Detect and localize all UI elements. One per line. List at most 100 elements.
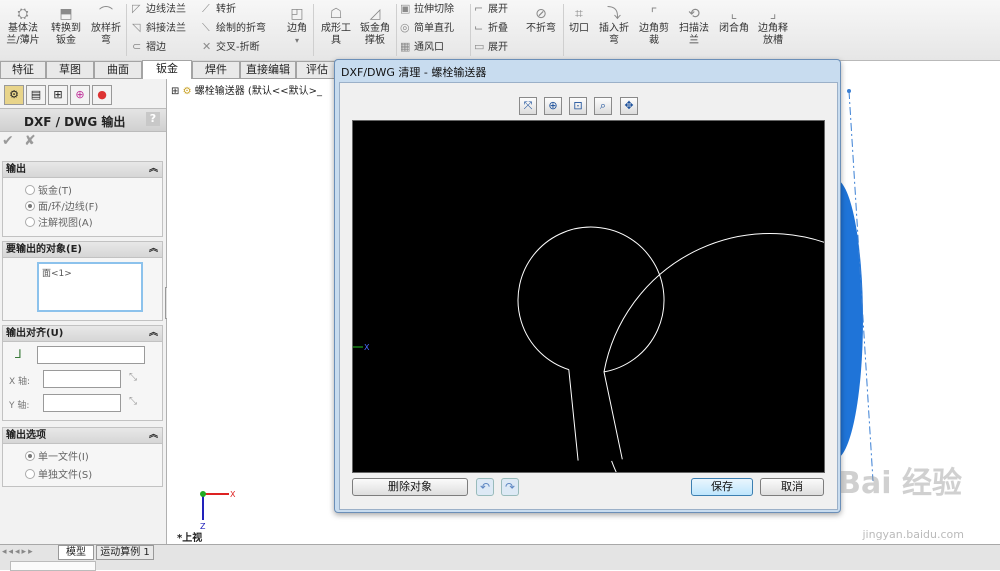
rip-icon: ⌗ <box>575 6 583 22</box>
manager-tabs: ⚙ ▤ ⊞ ⊕ ● <box>0 83 166 105</box>
zoom-fit-icon[interactable]: ⤧ <box>519 97 537 115</box>
swept-flange-button[interactable]: ⟲ 扫描法 兰 <box>676 4 712 47</box>
gusset-button[interactable]: ◿ 钣金角 撑板 <box>356 4 394 47</box>
display-manager-icon[interactable]: ● <box>92 85 112 105</box>
undo-icon[interactable]: ↶ <box>476 478 494 496</box>
collapse-chevron-icon[interactable]: ︽ <box>149 428 158 443</box>
corner-trim-button[interactable]: ⌜ 边角剪 裁 <box>636 4 672 47</box>
unfold-icon: ⌐ <box>474 2 484 15</box>
lofted-bend-icon: ⌒ <box>99 6 113 22</box>
hem-icon: ⊂ <box>132 40 142 53</box>
radio-sheet-metal[interactable]: 钣金(T) <box>25 182 72 197</box>
reverse-direction-icon[interactable]: ⤡ <box>129 396 137 407</box>
collapse-chevron-icon[interactable]: ︽ <box>149 326 158 341</box>
tab-evaluate[interactable]: 评估 <box>296 61 338 78</box>
radio-annotation-view[interactable]: 注解视图(A) <box>25 214 93 229</box>
tab-features[interactable]: 特征 <box>0 61 46 78</box>
closed-corner-icon: ⌞ <box>730 6 738 22</box>
output-options-group-header[interactable]: 输出选项 ︽ <box>3 428 162 444</box>
axis-x-label: X <box>230 490 236 499</box>
feature-manager-icon[interactable]: ⚙ <box>4 85 24 105</box>
preview-canvas[interactable]: X <box>352 120 940 571</box>
sketched-bend-button[interactable]: ⟍ 绘制的折弯 <box>202 20 266 36</box>
closed-corner-button[interactable]: ⌞ 闭合角 <box>716 4 752 35</box>
tab-direct-editing[interactable]: 直接编辑 <box>240 61 296 78</box>
cross-break-button[interactable]: ✕ 交叉-折断 <box>202 39 260 55</box>
base-flange-button[interactable]: ⛭ 基体法 兰/薄片 <box>4 4 42 47</box>
miter-flange-button[interactable]: ◹ 斜接法兰 <box>132 20 186 36</box>
simple-hole-button[interactable]: ◎ 简单直孔 <box>400 20 454 36</box>
chevron-down-icon[interactable]: ▾ <box>284 35 310 47</box>
entities-selection-list[interactable]: 面<1> <box>37 262 143 312</box>
radio-circle-icon <box>25 185 35 195</box>
x-axis-field[interactable] <box>43 370 121 388</box>
tab-sheet-metal[interactable]: 钣金 <box>142 60 192 79</box>
help-icon[interactable]: ? <box>146 112 160 126</box>
insert-bends-button[interactable]: ⤵ 插入折 弯 <box>596 4 632 47</box>
configuration-manager-icon[interactable]: ⊞ <box>48 85 68 105</box>
y-axis-field[interactable] <box>43 394 121 412</box>
tab-motion-study[interactable]: 运动算例 1 <box>96 545 154 560</box>
output-group-header[interactable]: 输出 ︽ <box>3 162 162 178</box>
flatten-button[interactable]: ▭ 展开 <box>474 39 508 55</box>
cancel-button[interactable]: 取消 <box>760 478 824 496</box>
output-options-group: 输出选项 ︽ 单一文件(I) 单独文件(S) <box>2 427 163 487</box>
y-axis-label: Y 轴: <box>9 401 30 411</box>
unfold-button[interactable]: ⌐ 展开 <box>474 1 508 17</box>
edge-flange-button[interactable]: ◸ 边线法兰 <box>132 1 186 17</box>
save-button[interactable]: 保存 <box>691 478 753 496</box>
origin-axis-label: X <box>364 343 370 352</box>
hem-button[interactable]: ⊂ 褶边 <box>132 39 166 55</box>
feature-tree-root[interactable]: ⊞ ⚙ 螺栓输送器 (默认<<默认>_ <box>171 82 322 97</box>
ribbon-divider <box>563 4 564 56</box>
cross-break-icon: ✕ <box>202 40 212 53</box>
extruded-cut-button[interactable]: ▣ 拉伸切除 <box>400 1 454 17</box>
dimxpert-icon[interactable]: ⊕ <box>70 85 90 105</box>
corner-relief-icon: ⌟ <box>769 6 777 22</box>
convert-sheetmetal-button[interactable]: ⬒ 转换到 钣金 <box>48 4 84 47</box>
forming-tool-button[interactable]: ☖ 成形工 具 <box>318 4 354 47</box>
radio-separate-files[interactable]: 单独文件(S) <box>25 466 92 481</box>
entities-group-header[interactable]: 要输出的对象(E) ︽ <box>3 242 162 258</box>
corner-relief-button[interactable]: ⌟ 边角释 放槽 <box>754 4 792 47</box>
dxf-cleanup-dialog: DXF/DWG 清理 - 螺栓输送器 ⤧ ⊕ ⊡ ⌕ ✥ X 删除对象 ↶ ↷ … <box>334 59 940 571</box>
expand-icon[interactable]: ⊞ <box>171 86 179 97</box>
reverse-direction-icon[interactable]: ⤡ <box>129 372 137 383</box>
corners-button[interactable]: ◰ 边角 ▾ <box>284 4 310 47</box>
ribbon-toolbar: ⛭ 基体法 兰/薄片 ⬒ 转换到 钣金 ⌒ 放样折 弯 ◸ 边线法兰 ◹ 斜接法兰 … <box>0 0 1000 61</box>
collapse-chevron-icon[interactable]: ︽ <box>149 162 158 177</box>
no-bends-button[interactable]: ⊘ 不折弯 <box>522 4 560 35</box>
radio-faces-loops-edges[interactable]: 面/环/边线(F) <box>25 198 98 213</box>
property-manager-icon[interactable]: ▤ <box>26 85 46 105</box>
collapse-chevron-icon[interactable]: ︽ <box>149 242 158 257</box>
tab-model[interactable]: 模型 <box>58 545 94 560</box>
outline-shape[interactable] <box>517 226 940 571</box>
vent-button[interactable]: ▦ 通风口 <box>400 39 444 55</box>
list-item[interactable]: 面<1> <box>42 266 72 279</box>
tab-sketch[interactable]: 草图 <box>46 61 94 78</box>
radio-selected-icon <box>25 451 35 461</box>
zoom-area-icon[interactable]: ⊡ <box>569 97 587 115</box>
lofted-bend-button[interactable]: ⌒ 放样折 弯 <box>88 4 124 47</box>
tab-surfaces[interactable]: 曲面 <box>94 61 142 78</box>
radio-single-file[interactable]: 单一文件(I) <box>25 448 89 463</box>
zoom-window-icon[interactable]: ⌕ <box>594 97 612 115</box>
pan-icon[interactable]: ✥ <box>620 97 638 115</box>
baidu-watermark-url: jingyan.baidu.com <box>862 528 964 541</box>
rip-button[interactable]: ⌗ 切口 <box>566 4 592 35</box>
delete-entities-button[interactable]: 删除对象 <box>352 478 468 496</box>
radio-circle-icon <box>25 217 35 227</box>
ok-check-icon[interactable]: ✔ <box>2 133 14 149</box>
tab-scroll-arrows-icon[interactable]: ◂◂◂▸▸ <box>2 547 35 557</box>
redo-icon[interactable]: ↷ <box>501 478 519 496</box>
origin-field[interactable] <box>37 346 145 364</box>
extruded-cut-icon: ▣ <box>400 2 411 15</box>
bottom-tab-bar: ◂◂◂▸▸ 模型 运动算例 1 <box>0 544 1000 571</box>
alignment-group-header[interactable]: 输出对齐(U) ︽ <box>3 326 162 342</box>
part-icon: ⚙ <box>182 86 192 97</box>
zoom-in-icon[interactable]: ⊕ <box>544 97 562 115</box>
jog-button[interactable]: ⟋ 转折 <box>202 1 236 17</box>
cancel-x-icon[interactable]: ✘ <box>24 133 36 149</box>
tab-weldments[interactable]: 焊件 <box>192 61 240 78</box>
fold-button[interactable]: ⌙ 折叠 <box>474 20 508 36</box>
